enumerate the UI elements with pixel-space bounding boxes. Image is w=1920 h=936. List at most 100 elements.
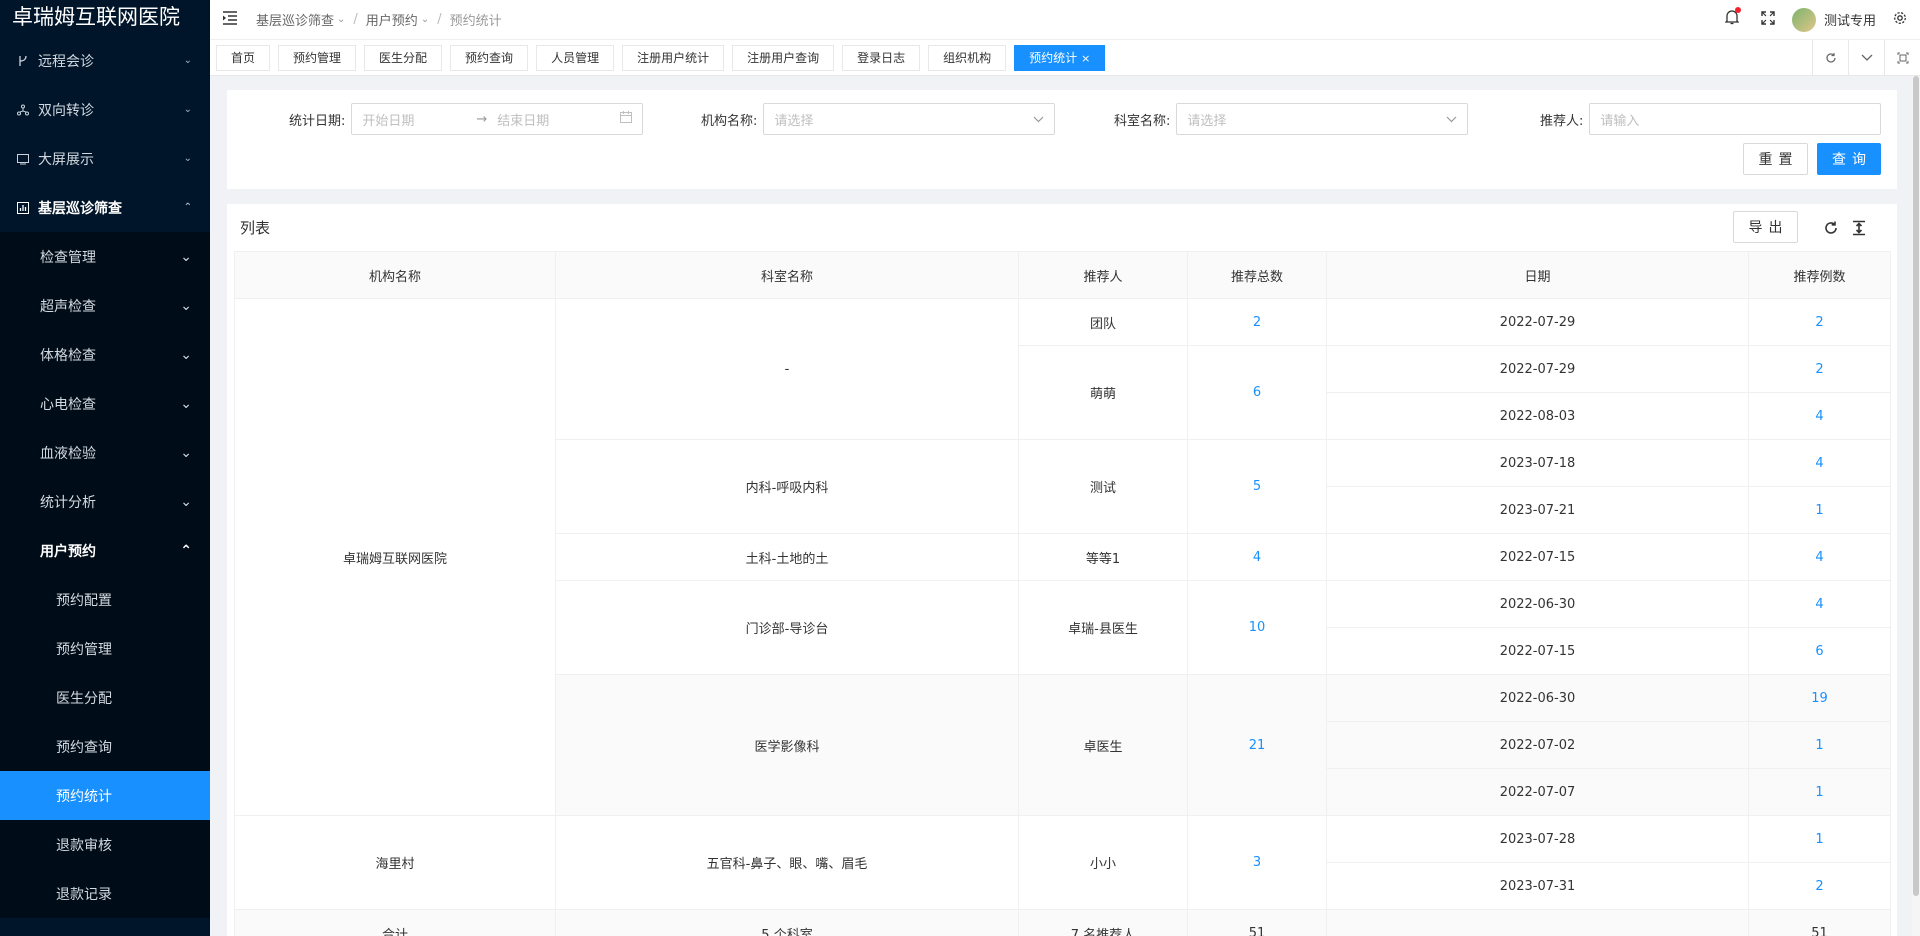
sidebar-sub-item-exam-mgmt[interactable]: 检查管理 ⌄ — [0, 232, 210, 281]
referrer-cell: 萌萌 — [1018, 345, 1188, 440]
count-cell[interactable]: 4 — [1748, 392, 1891, 440]
chevron-down-icon: ⌄ — [183, 104, 192, 115]
chevron-down-icon: ⌄ — [180, 395, 192, 412]
ref-total-cell[interactable]: 21 — [1187, 674, 1327, 816]
sidebar-sub-item-ultrasound[interactable]: 超声检查 ⌄ — [0, 281, 210, 330]
sidebar-item-label: 用户预约 — [40, 543, 96, 560]
maximize-icon[interactable] — [1884, 39, 1920, 76]
ref-total-cell[interactable]: 5 — [1187, 439, 1327, 534]
sidebar-sub-item-blood[interactable]: 血液检验 ⌄ — [0, 428, 210, 477]
date-cell: 2022-07-07 — [1326, 768, 1749, 816]
referrer-cell: 小小 — [1018, 815, 1188, 910]
tag-home[interactable]: 首页 — [216, 44, 271, 71]
end-date-input[interactable]: 结束日期 — [497, 110, 620, 129]
sidebar-item-big-screen[interactable]: 大屏展示 ⌄ — [0, 134, 210, 183]
chevron-down-icon: ⌄ — [180, 444, 192, 461]
count-cell[interactable]: 1 — [1748, 768, 1891, 816]
ref-total-cell[interactable]: 6 — [1187, 345, 1327, 440]
sidebar-sub-item-ecg[interactable]: 心电检查 ⌄ — [0, 379, 210, 428]
referrer-input[interactable]: 请输入 — [1589, 103, 1882, 135]
sidebar-leaf-appointment-config[interactable]: 预约配置 — [0, 575, 210, 624]
sidebar-item-label: 远程会诊 — [38, 53, 94, 70]
chevron-down-icon[interactable] — [1848, 39, 1884, 76]
dept-cell: - — [555, 298, 1019, 440]
table-row: 海里村 五官科-鼻子、眼、嘴、眉毛 小小 3 2023-07-28 1 — [234, 815, 1891, 910]
fullscreen-icon[interactable] — [1750, 10, 1786, 29]
tag-appointment-mgmt[interactable]: 预约管理 — [278, 44, 357, 71]
count-cell[interactable]: 6 — [1748, 627, 1891, 675]
list-panel: 列表 导出 机构名称 科室名称 推荐人 推荐总数 日期 推荐例数 卓瑞姆互联网医… — [227, 204, 1897, 936]
start-date-input[interactable]: 开始日期 — [362, 110, 466, 129]
tag-appointment-query[interactable]: 预约查询 — [450, 44, 529, 71]
breadcrumb-item[interactable]: 用户预约 — [366, 10, 418, 29]
tag-appointment-stats[interactable]: 预约统计 × — [1014, 44, 1106, 71]
chevron-up-icon: ⌃ — [180, 542, 192, 559]
tag-staff-mgmt[interactable]: 人员管理 — [536, 44, 615, 71]
table-row: 卓瑞姆互联网医院 - 团队 2 2022-07-29 2 — [234, 298, 1891, 816]
sidebar-sub-item-physical[interactable]: 体格检查 ⌄ — [0, 330, 210, 379]
tag-register-query[interactable]: 注册用户查询 — [732, 44, 835, 71]
dept-select[interactable]: 请选择 — [1176, 103, 1469, 135]
count-cell[interactable]: 4 — [1748, 580, 1891, 628]
chevron-down-icon: ⌄ — [337, 14, 346, 25]
chevron-down-icon: ⌄ — [180, 493, 192, 510]
column-header: 机构名称 — [234, 251, 556, 299]
query-button[interactable]: 查询 — [1817, 143, 1881, 175]
scrollbar-thumb[interactable] — [1913, 76, 1919, 896]
sidebar-leaf-refund-review[interactable]: 退款审核 — [0, 820, 210, 869]
tag-org[interactable]: 组织机构 — [928, 44, 1007, 71]
sidebar-leaf-appointment-query[interactable]: 预约查询 — [0, 722, 210, 771]
dept-select-placeholder: 请选择 — [1187, 113, 1227, 129]
list-title: 列表 — [240, 219, 271, 237]
count-cell[interactable]: 1 — [1748, 486, 1891, 534]
sidebar-leaf-refund-records[interactable]: 退款记录 — [0, 869, 210, 918]
tag-register-stats[interactable]: 注册用户统计 — [622, 44, 725, 71]
tag-doctor-assign[interactable]: 医生分配 — [364, 44, 443, 71]
gear-icon[interactable] — [1890, 11, 1910, 29]
tag-login-log[interactable]: 登录日志 — [842, 44, 921, 71]
ref-total-cell[interactable]: 2 — [1187, 298, 1327, 346]
chart-icon — [16, 201, 30, 215]
arrow-right-icon: → — [476, 111, 488, 127]
bell-icon[interactable] — [1714, 7, 1750, 29]
count-cell[interactable]: 2 — [1748, 298, 1891, 346]
count-cell[interactable]: 1 — [1748, 815, 1891, 863]
sidebar-leaf-appointment-mgmt[interactable]: 预约管理 — [0, 624, 210, 673]
close-icon[interactable]: × — [1081, 52, 1090, 65]
date-range-picker[interactable]: 开始日期 → 结束日期 — [351, 103, 644, 135]
calendar-icon — [620, 111, 633, 127]
sidebar-item-label: 检查管理 — [40, 249, 96, 266]
user-name[interactable]: 测试专用 — [1824, 10, 1876, 29]
count-cell[interactable]: 2 — [1748, 345, 1891, 393]
breadcrumb-item[interactable]: 基层巡诊筛查 — [256, 10, 334, 29]
menu-fold-icon[interactable] — [222, 10, 242, 29]
sidebar-sub-item-appointment[interactable]: 用户预约 ⌃ — [0, 526, 210, 575]
ref-total-cell[interactable]: 10 — [1187, 580, 1327, 675]
sidebar-item-remote-consult[interactable]: 远程会诊 ⌄ — [0, 36, 210, 85]
export-button[interactable]: 导出 — [1733, 211, 1798, 243]
sidebar-leaf-appointment-stats[interactable]: 预约统计 — [0, 771, 210, 820]
referrer-cell: 测试 — [1018, 439, 1188, 534]
page-scrollbar[interactable] — [1912, 76, 1920, 936]
column-height-icon[interactable] — [1851, 220, 1867, 240]
count-cell[interactable]: 4 — [1748, 533, 1891, 581]
org-select[interactable]: 请选择 — [763, 103, 1056, 135]
sidebar-sub-item-stats[interactable]: 统计分析 ⌄ — [0, 477, 210, 526]
refresh-icon[interactable] — [1823, 220, 1839, 240]
ref-total-cell[interactable]: 4 — [1187, 533, 1327, 581]
count-cell[interactable]: 2 — [1748, 862, 1891, 910]
reset-button[interactable]: 重置 — [1743, 143, 1808, 175]
sidebar-leaf-doctor-assign[interactable]: 医生分配 — [0, 673, 210, 722]
count-cell[interactable]: 4 — [1748, 439, 1891, 487]
sidebar-item-referral[interactable]: 双向转诊 ⌄ — [0, 85, 210, 134]
count-cell[interactable]: 1 — [1748, 721, 1891, 769]
ref-total-cell[interactable]: 3 — [1187, 815, 1327, 910]
chevron-up-icon: ⌃ — [183, 202, 192, 213]
avatar[interactable] — [1791, 7, 1816, 32]
date-cell: 2023-07-21 — [1326, 486, 1749, 534]
refresh-icon[interactable] — [1812, 39, 1848, 76]
count-cell[interactable]: 19 — [1748, 674, 1891, 722]
sidebar-item-label: 统计分析 — [40, 494, 96, 511]
sidebar-item-screening[interactable]: 基层巡诊筛查 ⌃ — [0, 183, 210, 232]
referrer-cell: 团队 — [1018, 298, 1188, 346]
